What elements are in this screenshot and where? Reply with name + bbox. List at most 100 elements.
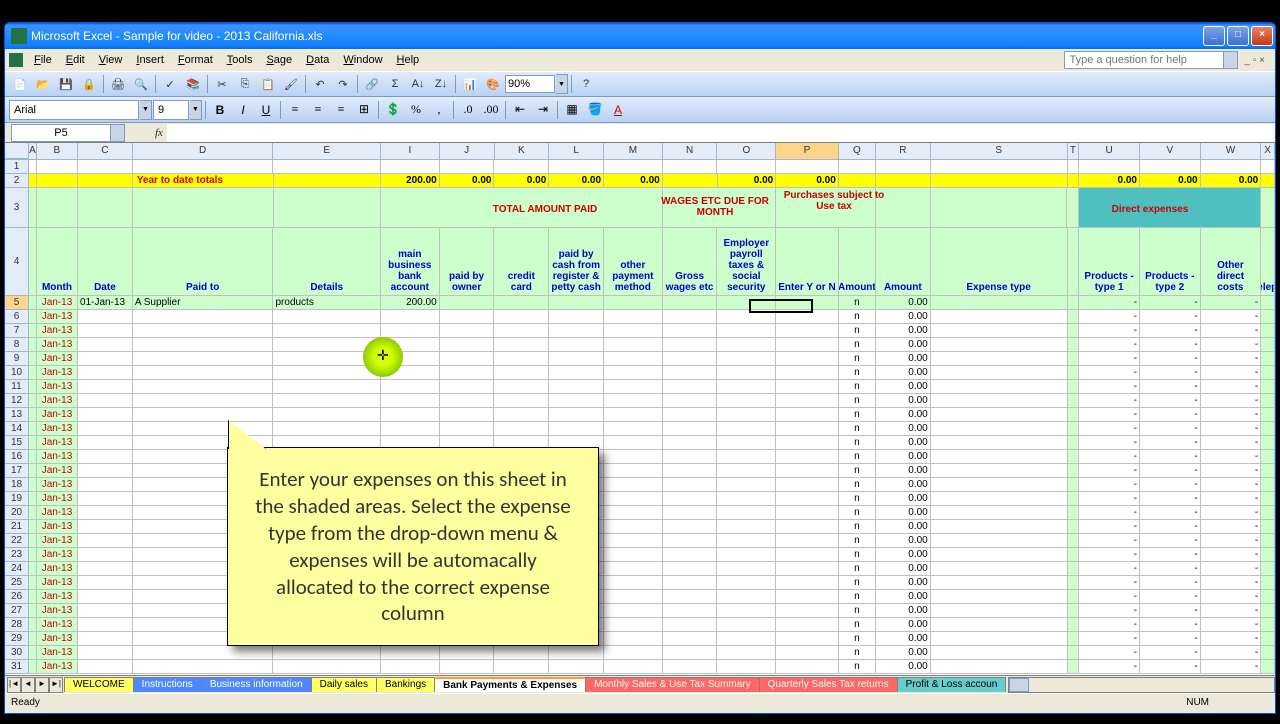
cell[interactable] [776,604,839,618]
underline-button[interactable]: U [255,99,277,121]
cell[interactable] [1068,422,1080,436]
cell[interactable] [604,352,663,366]
cell[interactable] [776,646,839,660]
cell[interactable] [1261,618,1275,632]
font-dropdown[interactable]: ▼ [140,100,152,120]
cell[interactable] [29,576,37,590]
select-all-corner[interactable] [5,143,29,159]
bold-button[interactable]: B [209,99,231,121]
cell[interactable] [717,562,776,576]
colhead-W[interactable]: W [1201,143,1262,159]
cell[interactable]: Jan-13 [37,590,78,604]
menu-file[interactable]: File [27,52,59,68]
cell[interactable] [1068,408,1080,422]
cell[interactable] [78,324,133,338]
colhead-L[interactable]: L [549,143,604,159]
cell[interactable] [549,352,604,366]
rowhead-4[interactable]: 4 [5,228,29,296]
cell[interactable] [1068,548,1080,562]
cell[interactable] [931,324,1068,338]
cell[interactable] [1261,506,1275,520]
font-color-button[interactable]: A [607,99,629,121]
worksheet[interactable]: ABCDEIJKLMNOPQRSTUVWX 12Year to date tot… [5,143,1275,675]
cell[interactable]: - [1079,366,1140,380]
cell[interactable] [133,408,274,422]
cell[interactable]: - [1079,576,1140,590]
save-icon[interactable]: 💾 [55,73,77,95]
cell[interactable] [776,506,839,520]
cell[interactable] [604,296,663,310]
tab-prev-button[interactable]: ◄ [21,677,35,693]
cell[interactable]: n [839,296,876,310]
cell[interactable]: - [1201,436,1262,450]
cell[interactable] [78,174,133,188]
cell[interactable]: - [1201,450,1262,464]
cell[interactable] [549,646,604,660]
cell[interactable]: n [839,632,876,646]
cell[interactable] [1068,520,1080,534]
cell[interactable]: n [839,436,876,450]
rowhead-26[interactable]: 26 [5,590,29,604]
cell[interactable]: 0.00 [1079,174,1140,188]
cell[interactable]: 0.00 [876,478,931,492]
cell[interactable] [549,380,604,394]
cell[interactable]: 01-Jan-13 [78,296,133,310]
cell[interactable]: 0.00 [876,422,931,436]
cell[interactable] [29,228,37,296]
cell[interactable] [29,590,37,604]
cell[interactable] [273,324,380,338]
cell[interactable] [440,422,495,436]
cell[interactable] [663,450,718,464]
cell[interactable] [29,618,37,632]
colhead-V[interactable]: V [1140,143,1201,159]
cell[interactable]: n [839,422,876,436]
cell[interactable] [604,492,663,506]
borders-button[interactable]: ▦ [561,99,583,121]
cell[interactable]: Jan-13 [37,324,78,338]
cell[interactable] [663,478,718,492]
colhead-X[interactable]: X [1261,143,1275,159]
name-box[interactable]: P5 [11,124,111,142]
cell[interactable] [717,324,776,338]
cell[interactable]: 0.00 [876,604,931,618]
colhead-E[interactable]: E [273,143,381,159]
cell[interactable] [604,618,663,632]
colhead-B[interactable]: B [37,143,78,159]
cell[interactable] [931,450,1068,464]
cell[interactable] [440,338,495,352]
cell[interactable] [133,394,274,408]
rowhead-18[interactable]: 18 [5,478,29,492]
cell[interactable] [717,492,776,506]
cell[interactable] [78,338,133,352]
align-center-button[interactable]: ≡ [307,99,329,121]
comma-button[interactable]: , [428,99,450,121]
cell[interactable] [1261,604,1275,618]
cell[interactable] [1068,324,1080,338]
cell[interactable] [29,562,37,576]
cell[interactable] [273,310,380,324]
cell[interactable]: Jan-13 [37,450,78,464]
cell[interactable] [604,576,663,590]
percent-button[interactable]: % [405,99,427,121]
cell[interactable]: - [1079,604,1140,618]
cell[interactable]: Jan-13 [37,548,78,562]
cell[interactable] [604,338,663,352]
paste-icon[interactable]: 📋 [257,73,279,95]
cell[interactable] [273,160,380,174]
cell[interactable] [1068,394,1080,408]
cell[interactable]: Month [37,228,78,296]
cell[interactable] [717,450,776,464]
cell[interactable] [29,632,37,646]
cell[interactable]: - [1201,534,1262,548]
cell[interactable] [663,408,718,422]
cell[interactable] [776,324,839,338]
cell[interactable] [37,174,78,188]
cell[interactable] [1261,422,1275,436]
cell[interactable] [381,380,440,394]
cell[interactable] [931,188,1068,228]
tab-instructions[interactable]: Instructions [133,677,202,692]
cell[interactable] [663,590,718,604]
cell[interactable] [1068,478,1080,492]
cell[interactable]: Paid to [133,228,274,296]
print-icon[interactable]: 🖨 [107,73,129,95]
